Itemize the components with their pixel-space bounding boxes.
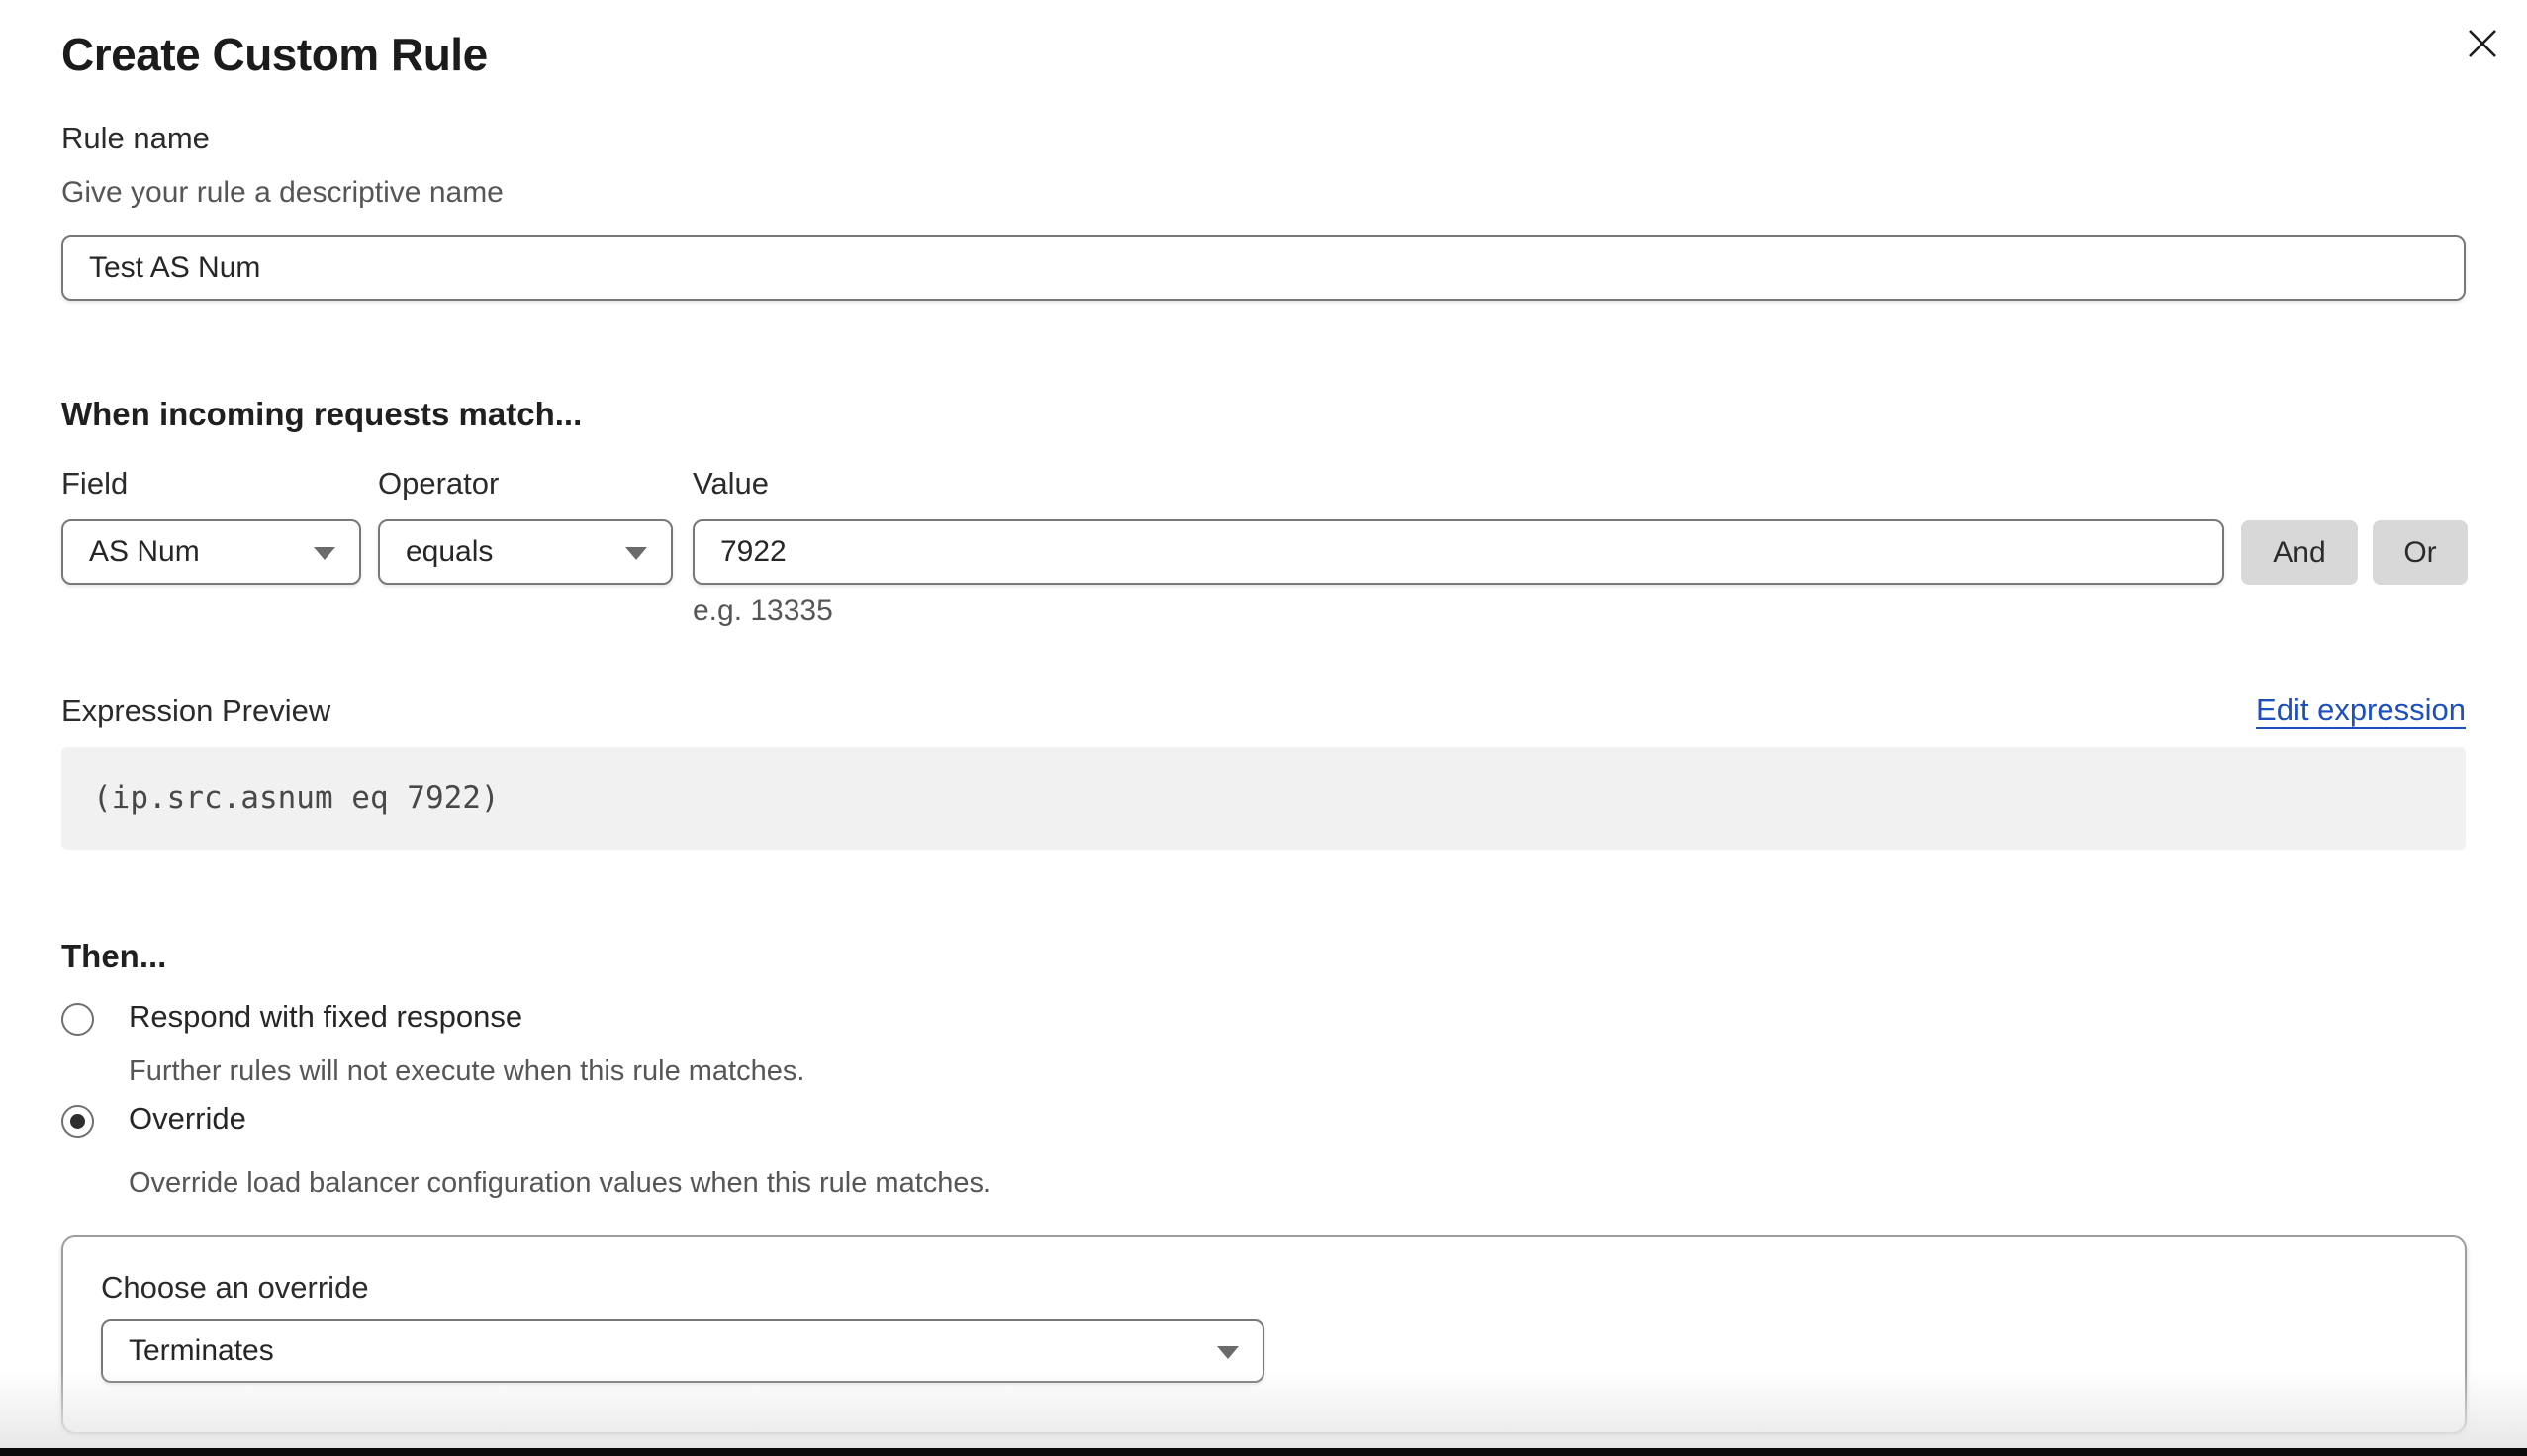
- operator-select[interactable]: equals: [378, 519, 673, 585]
- choose-override-label: Choose an override: [101, 1270, 369, 1306]
- value-label: Value: [693, 466, 769, 501]
- close-icon: [2466, 48, 2499, 63]
- and-button[interactable]: And: [2241, 520, 2358, 585]
- field-label: Field: [61, 466, 128, 501]
- operator-select-value: equals: [406, 535, 493, 569]
- radio-override-label[interactable]: Override: [129, 1101, 246, 1137]
- operator-label: Operator: [378, 466, 499, 501]
- chevron-down-icon: [1217, 1346, 1239, 1359]
- radio-respond-fixed-response[interactable]: [61, 1003, 94, 1036]
- rule-name-helper: Give your rule a descriptive name: [61, 176, 504, 210]
- override-select-value: Terminates: [129, 1334, 274, 1368]
- chevron-down-icon: [314, 547, 335, 560]
- dialog-title: Create Custom Rule: [61, 28, 488, 81]
- or-button[interactable]: Or: [2373, 520, 2468, 585]
- radio-respond-fixed-response-helper: Further rules will not execute when this…: [129, 1055, 804, 1088]
- expression-preview-block: (ip.src.asnum eq 7922): [61, 747, 2466, 850]
- expression-code: (ip.src.asnum eq 7922): [93, 780, 500, 816]
- radio-selected-dot: [70, 1114, 85, 1129]
- chevron-down-icon: [625, 547, 647, 560]
- radio-respond-fixed-response-label[interactable]: Respond with fixed response: [129, 999, 522, 1035]
- field-select[interactable]: AS Num: [61, 519, 361, 585]
- bottom-edge-bar: [0, 1448, 2527, 1456]
- expression-preview-label: Expression Preview: [61, 693, 330, 729]
- create-custom-rule-dialog: Create Custom Rule Rule name Give your r…: [0, 0, 2527, 1456]
- override-select[interactable]: Terminates: [101, 1320, 1264, 1383]
- rule-name-label: Rule name: [61, 121, 210, 156]
- field-select-value: AS Num: [89, 535, 200, 569]
- override-panel: Choose an override Terminates: [61, 1235, 2467, 1434]
- rule-name-input[interactable]: [61, 235, 2466, 301]
- value-input[interactable]: [693, 519, 2224, 585]
- edit-expression-link[interactable]: Edit expression: [2256, 692, 2466, 728]
- close-button[interactable]: [2464, 26, 2501, 63]
- match-section-heading: When incoming requests match...: [61, 396, 582, 433]
- value-hint: e.g. 13335: [693, 594, 833, 628]
- then-section-heading: Then...: [61, 938, 166, 975]
- radio-override-helper: Override load balancer configuration val…: [129, 1167, 991, 1200]
- radio-override[interactable]: [61, 1105, 94, 1138]
